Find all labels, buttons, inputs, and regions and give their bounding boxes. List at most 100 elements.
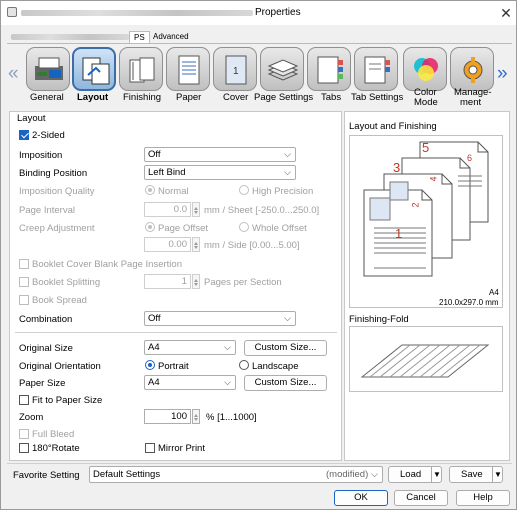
normal-label: Normal bbox=[158, 186, 189, 197]
creep-value-spinner[interactable] bbox=[192, 237, 200, 252]
favorite-setting-select[interactable]: Default Settings (modified) ⌵ bbox=[89, 466, 383, 483]
booklet-splitting-spinner[interactable] bbox=[192, 274, 200, 289]
zoom-spinner[interactable] bbox=[192, 409, 200, 424]
original-size-label: Original Size bbox=[19, 343, 73, 354]
preview-paper-size: A4 bbox=[489, 288, 499, 297]
high-precision-radio[interactable] bbox=[239, 185, 249, 195]
layout-group-label: Layout bbox=[17, 113, 46, 124]
category-label-cover: Cover bbox=[223, 92, 249, 103]
landscape-radio[interactable] bbox=[239, 360, 249, 370]
paper-size-value: A4 bbox=[148, 377, 160, 388]
category-tabs[interactable] bbox=[307, 47, 351, 91]
section-divider bbox=[15, 332, 337, 333]
close-icon[interactable]: ✕ bbox=[497, 4, 515, 22]
tab-ps[interactable]: PS bbox=[129, 31, 150, 43]
ok-button[interactable]: OK bbox=[334, 490, 388, 506]
category-label-tabs: Tabs bbox=[321, 92, 342, 103]
category-paper[interactable] bbox=[166, 47, 210, 91]
category-label-tab-settings: Tab Settings bbox=[351, 92, 404, 103]
original-size-select[interactable]: A4 ⌵ bbox=[144, 340, 236, 355]
booklet-splitting-input[interactable]: 1 bbox=[144, 274, 191, 289]
page-number-6: 6 bbox=[467, 153, 473, 163]
page-number-4: 4 bbox=[428, 176, 439, 182]
category-label-layout: Layout bbox=[77, 92, 109, 103]
cover-icon: 1 bbox=[225, 55, 247, 85]
category-cover[interactable]: 1 bbox=[213, 47, 257, 91]
category-general[interactable] bbox=[26, 47, 70, 91]
favorite-setting-value: Default Settings bbox=[93, 469, 161, 480]
mirror-print-checkbox[interactable] bbox=[145, 443, 155, 453]
footer-divider bbox=[7, 463, 512, 464]
booklet-cover-checkbox[interactable] bbox=[19, 259, 29, 269]
page-offset-label: Page Offset bbox=[158, 223, 208, 234]
portrait-label: Portrait bbox=[158, 361, 189, 372]
portrait-radio[interactable] bbox=[145, 360, 155, 370]
whole-offset-radio[interactable] bbox=[239, 222, 249, 232]
category-label-mode: Mode bbox=[414, 97, 438, 108]
favorite-modified: (modified) bbox=[326, 469, 369, 480]
page-offset-radio[interactable] bbox=[145, 222, 155, 232]
combination-value: Off bbox=[148, 313, 161, 324]
booklet-preview-graphic bbox=[363, 141, 489, 277]
chevron-down-icon: ⌵ bbox=[371, 469, 378, 479]
save-button[interactable]: Save ▼ bbox=[449, 466, 503, 483]
book-spread-checkbox[interactable] bbox=[19, 295, 29, 305]
page-interval-spinner[interactable] bbox=[192, 202, 200, 217]
category-color-mode[interactable] bbox=[403, 47, 447, 91]
imposition-quality-label: Imposition Quality bbox=[19, 186, 95, 197]
load-button[interactable]: Load ▼ bbox=[388, 466, 442, 483]
original-custom-size-button[interactable]: Custom Size... bbox=[244, 340, 327, 356]
category-management[interactable] bbox=[450, 47, 494, 91]
color-mode-icon bbox=[414, 58, 438, 81]
page-interval-label: Page Interval bbox=[19, 205, 75, 216]
chevron-down-icon: ⌵ bbox=[224, 377, 231, 387]
zoom-unit: % [1...1000] bbox=[206, 412, 257, 423]
binding-position-value: Left Bind bbox=[148, 167, 186, 178]
tab-advanced-label: Advanced bbox=[153, 32, 189, 41]
paper-size-select[interactable]: A4 ⌵ bbox=[144, 375, 236, 390]
two-sided-checkbox[interactable] bbox=[19, 130, 29, 140]
binding-position-select[interactable]: Left Bind ⌵ bbox=[144, 165, 296, 180]
rotate-180-checkbox[interactable] bbox=[19, 443, 29, 453]
scroll-left-icon[interactable]: « bbox=[8, 63, 19, 85]
tab-divider bbox=[7, 43, 512, 44]
full-bleed-label: Full Bleed bbox=[32, 429, 75, 440]
help-button[interactable]: Help bbox=[456, 490, 510, 506]
rotate-180-label: 180°Rotate bbox=[32, 443, 80, 454]
management-icon bbox=[463, 57, 483, 83]
load-dropdown-icon[interactable]: ▼ bbox=[431, 467, 442, 482]
save-button-label: Save bbox=[461, 469, 483, 480]
category-layout[interactable] bbox=[72, 47, 116, 91]
creep-adjustment-label: Creep Adjustment bbox=[19, 223, 95, 234]
save-dropdown-icon[interactable]: ▼ bbox=[492, 467, 503, 482]
category-tab-settings[interactable] bbox=[354, 47, 398, 91]
category-label-finishing: Finishing bbox=[123, 92, 162, 103]
booklet-splitting-label: Booklet Splitting bbox=[32, 277, 101, 288]
page-interval-unit: mm / Sheet [-250.0...250.0] bbox=[204, 205, 320, 216]
tabs-icon bbox=[317, 56, 343, 84]
combination-select[interactable]: Off ⌵ bbox=[144, 311, 296, 326]
general-icon bbox=[35, 57, 63, 80]
imposition-select[interactable]: Off ⌵ bbox=[144, 147, 296, 162]
full-bleed-checkbox[interactable] bbox=[19, 429, 29, 439]
fit-to-paper-label: Fit to Paper Size bbox=[32, 395, 103, 406]
booklet-splitting-checkbox[interactable] bbox=[19, 277, 29, 287]
whole-offset-label: Whole Offset bbox=[252, 223, 307, 234]
mirror-print-label: Mirror Print bbox=[158, 443, 205, 454]
original-size-value: A4 bbox=[148, 342, 160, 353]
tab-advanced[interactable]: Advanced bbox=[149, 31, 193, 43]
scroll-right-icon[interactable]: » bbox=[497, 63, 508, 85]
normal-radio[interactable] bbox=[145, 185, 155, 195]
fit-to-paper-checkbox[interactable] bbox=[19, 395, 29, 405]
device-name-blurred bbox=[11, 34, 129, 40]
cancel-button[interactable]: Cancel bbox=[394, 490, 448, 506]
paper-custom-size-button[interactable]: Custom Size... bbox=[244, 375, 327, 391]
creep-value-input[interactable]: 0.00 bbox=[144, 237, 191, 252]
title-bar: Properties ✕ bbox=[1, 1, 516, 25]
zoom-input[interactable]: 100 bbox=[144, 409, 191, 424]
category-page-settings[interactable] bbox=[260, 47, 304, 91]
page-interval-input[interactable]: 0.0 bbox=[144, 202, 191, 217]
imposition-label: Imposition bbox=[19, 150, 63, 161]
page-number-1: 1 bbox=[395, 226, 403, 241]
category-finishing[interactable] bbox=[119, 47, 163, 91]
